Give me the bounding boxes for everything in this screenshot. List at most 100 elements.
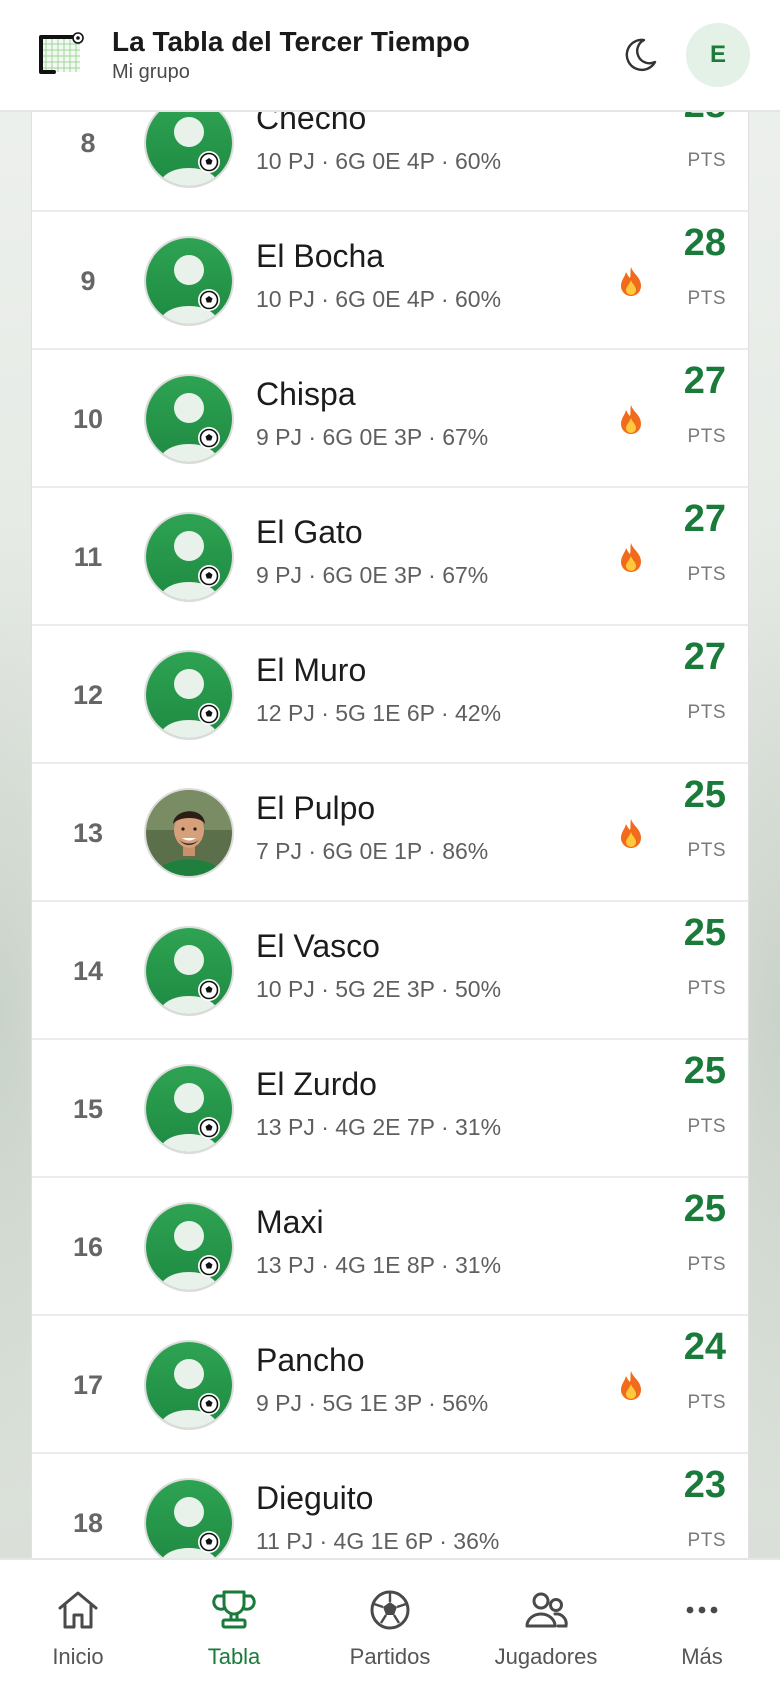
nav-label: Jugadores — [494, 1644, 598, 1669]
user-avatar-button[interactable]: E — [686, 23, 750, 87]
app-title: La Tabla del Tercer Tiempo — [112, 26, 470, 57]
nav-label: Inicio — [52, 1644, 104, 1669]
more-dots-icon — [686, 1606, 718, 1614]
player-stats: 11 PJ · 4G 1E 6P · 36% — [256, 1528, 500, 1554]
position: 17 — [72, 1369, 104, 1400]
points: 25 — [683, 912, 726, 954]
player-avatar — [144, 1064, 234, 1154]
position: 14 — [72, 955, 104, 986]
table-row[interactable]: 12 El Muro 12 PJ · 5G 1E 6P · 42% 27 PTS — [32, 626, 748, 764]
points-label: PTS — [687, 288, 726, 309]
points-label: PTS — [687, 1392, 726, 1413]
player-stats: 9 PJ · 6G 0E 3P · 67% — [256, 424, 489, 450]
table-row[interactable]: 11 El Gato 9 PJ · 6G 0E 3P · 67% 27 PTS — [32, 488, 748, 626]
points-label: PTS — [687, 150, 726, 171]
points: 28 — [684, 112, 726, 127]
position: 8 — [80, 127, 96, 158]
player-name: Pancho — [256, 1342, 365, 1378]
player-avatar — [144, 1340, 234, 1430]
hot-streak-fire-icon — [618, 542, 644, 574]
points: 27 — [683, 360, 726, 402]
moon-icon — [625, 38, 657, 72]
player-name: El Pulpo — [256, 790, 376, 826]
player-photo-avatar — [144, 788, 234, 878]
points-label: PTS — [687, 702, 726, 723]
table-row[interactable]: 10 Chispa 9 PJ · 6G 0E 3P · 67% 27 PTS — [32, 350, 748, 488]
player-stats: 10 PJ · 6G 0E 4P · 60% — [256, 148, 502, 174]
position: 16 — [72, 1231, 104, 1262]
points: 28 — [683, 222, 726, 264]
player-avatar — [144, 112, 234, 188]
points-label: PTS — [687, 1530, 726, 1551]
player-avatar — [144, 236, 234, 326]
points: 25 — [683, 1188, 726, 1230]
hot-streak-fire-icon — [618, 404, 644, 436]
points-label: PTS — [687, 978, 726, 999]
points: 25 — [683, 774, 726, 816]
nav-item-tabla[interactable]: Tabla — [156, 1560, 312, 1688]
player-name: Maxi — [256, 1204, 324, 1240]
position: 11 — [73, 541, 103, 572]
player-avatar — [144, 650, 234, 740]
player-name: El Zurdo — [256, 1066, 377, 1102]
nav-item-partidos[interactable]: Partidos — [312, 1560, 468, 1688]
group-name: Mi grupo — [112, 61, 190, 83]
nav-item-mas[interactable]: Más — [624, 1560, 780, 1688]
nav-item-jugadores[interactable]: Jugadores — [468, 1560, 624, 1688]
table-row[interactable]: 9 El Bocha 10 PJ · 6G 0E 4P · 60% 28 PTS — [32, 212, 748, 350]
home-icon — [58, 1591, 98, 1629]
nav-item-inicio[interactable]: Inicio — [0, 1560, 156, 1688]
points-label: PTS — [687, 426, 726, 447]
standings-list: 8 Checho 10 PJ · 6G 0E 4P · 60% 28 PTS 9… — [31, 112, 749, 1558]
app-header: La Tabla del Tercer Tiempo Mi grupo E — [0, 0, 780, 112]
position: 13 — [72, 817, 104, 848]
position: 12 — [72, 679, 104, 710]
player-name: Chispa — [256, 376, 356, 412]
player-name: El Gato — [256, 514, 363, 550]
points: 27 — [683, 498, 726, 540]
points-label: PTS — [687, 840, 726, 861]
player-stats: 13 PJ · 4G 1E 8P · 31% — [256, 1252, 502, 1278]
player-stats: 10 PJ · 6G 0E 4P · 60% — [256, 286, 502, 312]
table-row[interactable]: 8 Checho 10 PJ · 6G 0E 4P · 60% 28 PTS — [32, 112, 748, 212]
hot-streak-fire-icon — [618, 818, 644, 850]
goal-net-logo-icon — [39, 32, 84, 74]
player-avatar — [144, 926, 234, 1016]
bottom-nav: Inicio Tabla Partidos Jugadores Más — [0, 1558, 780, 1688]
points: 24 — [683, 1326, 726, 1368]
player-stats: 13 PJ · 4G 2E 7P · 31% — [256, 1114, 502, 1140]
trophy-icon — [212, 1590, 256, 1629]
player-avatar — [144, 512, 234, 602]
hot-streak-fire-icon — [618, 266, 644, 298]
player-name: El Muro — [256, 652, 367, 688]
points-label: PTS — [687, 564, 726, 585]
dark-mode-toggle[interactable] — [618, 33, 662, 77]
position: 9 — [80, 265, 96, 296]
position: 15 — [72, 1093, 104, 1124]
position: 10 — [72, 403, 104, 434]
table-row[interactable]: 15 El Zurdo 13 PJ · 4G 2E 7P · 31% 25 PT… — [32, 1040, 748, 1178]
player-name: Dieguito — [256, 1480, 374, 1516]
player-avatar — [144, 1202, 234, 1292]
points: 27 — [683, 636, 726, 678]
table-row[interactable]: 17 Pancho 9 PJ · 5G 1E 3P · 56% 24 PTS — [32, 1316, 748, 1454]
player-name: El Vasco — [256, 928, 380, 964]
player-name: El Bocha — [256, 238, 385, 274]
nav-label: Más — [681, 1644, 723, 1669]
nav-label: Tabla — [207, 1644, 261, 1669]
points: 23 — [683, 1464, 726, 1506]
soccer-ball-icon — [370, 1590, 410, 1630]
table-row[interactable]: 14 El Vasco 10 PJ · 5G 2E 3P · 50% 25 PT… — [32, 902, 748, 1040]
player-avatar — [144, 374, 234, 464]
points-label: PTS — [687, 1116, 726, 1137]
users-icon — [525, 1592, 568, 1628]
table-row[interactable]: 18 Dieguito 11 PJ · 4G 1E 6P · 36% 23 PT… — [32, 1454, 748, 1558]
points-label: PTS — [687, 1254, 726, 1275]
player-stats: 10 PJ · 5G 2E 3P · 50% — [256, 976, 502, 1002]
table-row[interactable]: 13 El Pulpo 7 PJ · 6G 0E 1P · 86% 25 PTS — [32, 764, 748, 902]
player-stats: 9 PJ · 5G 1E 3P · 56% — [256, 1390, 489, 1416]
table-row[interactable]: 16 Maxi 13 PJ · 4G 1E 8P · 31% 25 PTS — [32, 1178, 748, 1316]
position: 18 — [72, 1507, 104, 1538]
player-stats: 12 PJ · 5G 1E 6P · 42% — [256, 700, 502, 726]
nav-label: Partidos — [349, 1644, 431, 1669]
